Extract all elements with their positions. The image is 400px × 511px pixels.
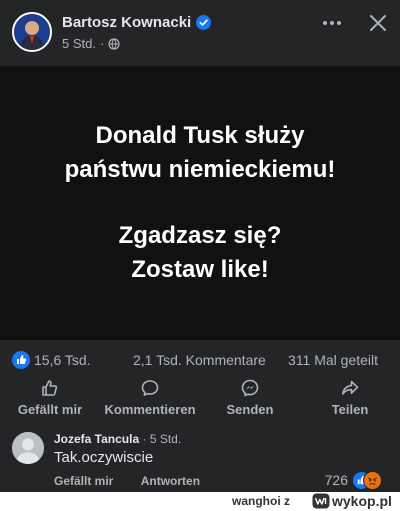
separator-dot: · <box>99 36 105 51</box>
wykop-logo-text: wykop.pl <box>332 493 392 509</box>
watermark-bar: wanghoi z wykop.pl <box>0 492 400 511</box>
comment-like-button[interactable]: Gefällt mir <box>54 474 113 488</box>
action-bar: Gefällt mir Kommentieren Senden Teilen <box>0 378 400 422</box>
like-button-label: Gefällt mir <box>17 402 83 417</box>
close-icon[interactable] <box>367 12 389 34</box>
thumbs-up-icon <box>42 380 58 396</box>
like-button[interactable]: Gefällt mir <box>12 378 88 422</box>
like-reaction-icon <box>12 351 30 369</box>
comments-count[interactable]: 2,1 Tsd. Kommentare <box>133 352 266 368</box>
commenter-avatar[interactable] <box>12 432 44 464</box>
comment-text: Tak.oczywiscie <box>54 449 154 466</box>
image-text-line-1: Donald Tusk służy <box>95 122 305 149</box>
post-header: Bartosz Kownacki 5 Std. · <box>0 0 400 64</box>
post-image[interactable]: Donald Tusk służy państwu niemieckiemu! … <box>0 66 400 340</box>
author-avatar[interactable] <box>12 12 52 52</box>
image-text-line-2: państwu niemieckiemu! <box>64 156 336 183</box>
comment-actions: Gefällt mir Antworten <box>54 474 200 488</box>
facebook-post-view: Bartosz Kownacki 5 Std. · Donald Tusk sł… <box>0 0 400 492</box>
shares-count[interactable]: 311 Mal geteilt <box>288 352 378 368</box>
verified-badge-icon <box>196 15 212 30</box>
comment-reactions[interactable]: 726 <box>324 471 382 490</box>
comment-reaction-count: 726 <box>324 472 348 488</box>
wykop-logo: wykop.pl <box>312 493 392 509</box>
likes-count[interactable]: 15,6 Tsd. <box>34 352 91 368</box>
comment-author[interactable]: Jozefa Tancula <box>54 432 139 446</box>
author-name[interactable]: Bartosz Kownacki <box>62 14 191 31</box>
watermark-suffix: z <box>284 494 291 508</box>
comment-reaction-icons <box>352 471 382 490</box>
post-time[interactable]: 5 Std. <box>62 36 96 51</box>
wykop-logo-icon <box>312 493 330 509</box>
share-arrow-icon <box>342 380 359 395</box>
watermark-username: wanghoi <box>232 494 281 508</box>
post-meta: 5 Std. · <box>62 36 120 51</box>
send-button[interactable]: Senden <box>214 378 286 422</box>
comment-header: Jozefa Tancula · 5 Std. <box>54 432 181 446</box>
comment-button-label: Kommentieren <box>104 402 196 417</box>
more-options-icon[interactable] <box>321 12 343 34</box>
post-stats: 15,6 Tsd. 2,1 Tsd. Kommentare 311 Mal ge… <box>0 348 400 372</box>
send-button-label: Senden <box>226 402 274 417</box>
messenger-icon <box>241 379 259 397</box>
share-button-label: Teilen <box>331 402 369 417</box>
comment-reply-button[interactable]: Antworten <box>141 474 200 488</box>
globe-icon <box>108 37 120 50</box>
share-button[interactable]: Teilen <box>318 378 382 422</box>
image-text-line-4: Zostaw like! <box>131 256 269 283</box>
watermark-user: wanghoi z <box>232 494 290 508</box>
author-name-row: Bartosz Kownacki <box>62 14 212 31</box>
comment-bubble-icon <box>141 380 159 396</box>
image-text-line-3: Zgadzasz się? <box>118 222 282 249</box>
comment-button[interactable]: Kommentieren <box>100 378 200 422</box>
angry-reaction-icon <box>363 471 382 490</box>
comment-time: · 5 Std. <box>142 432 182 446</box>
